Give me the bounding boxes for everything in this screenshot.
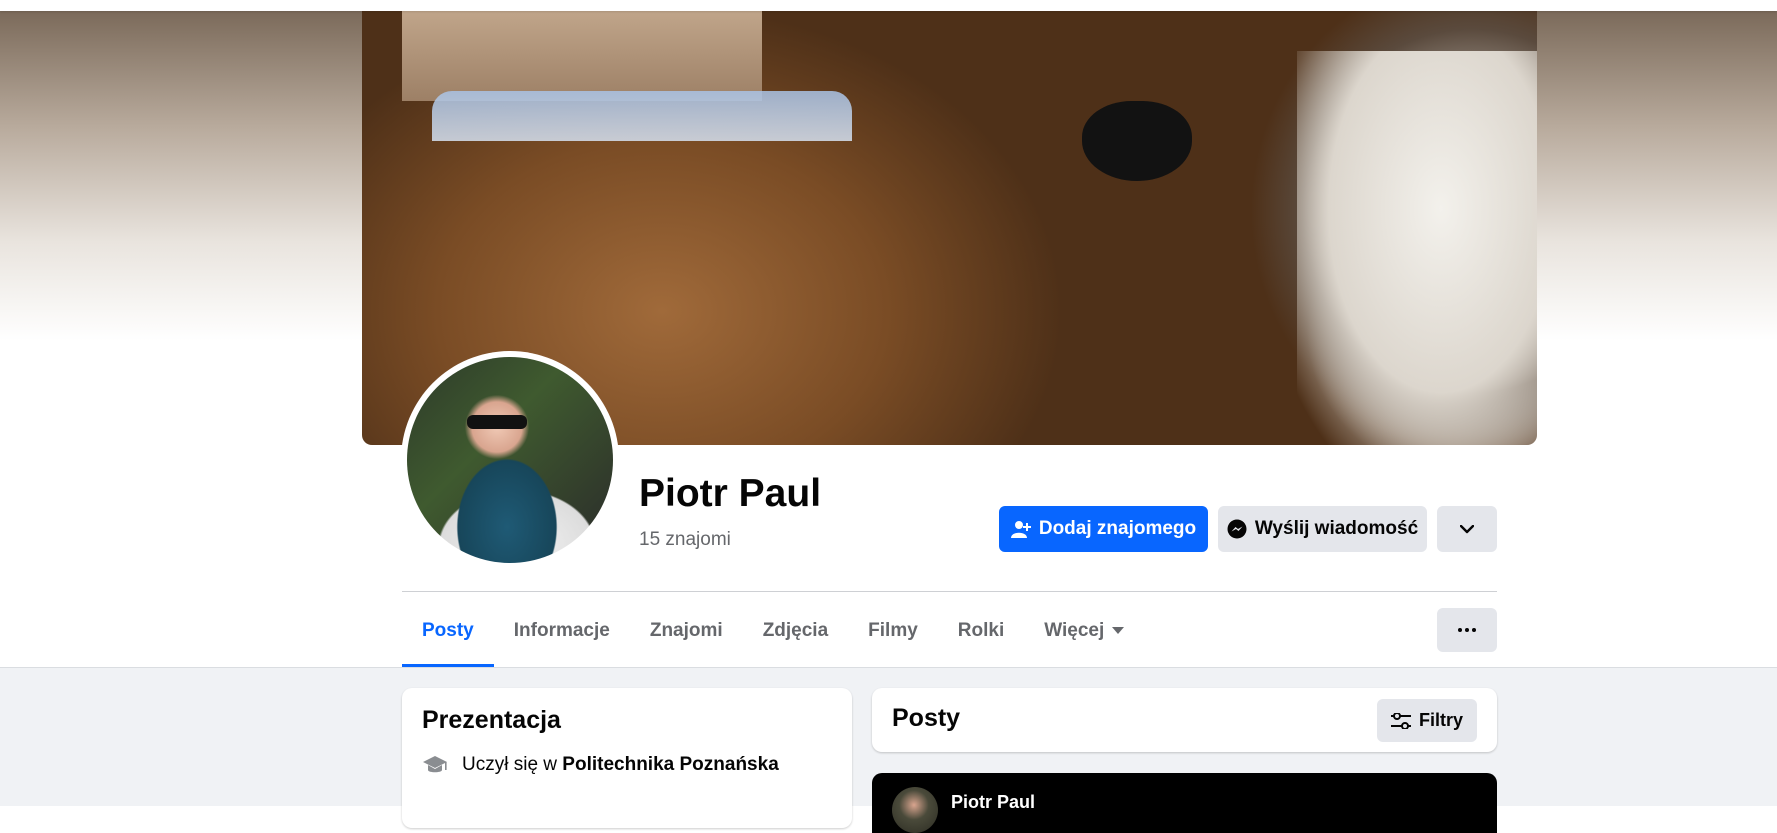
messenger-icon (1227, 519, 1247, 539)
add-friend-label: Dodaj znajomego (1038, 518, 1197, 539)
posts-title: Posty (892, 704, 961, 732)
intro-card: Prezentacja Uczył się w Politechnika Poz… (402, 688, 852, 828)
tab-label: Informacje (513, 620, 610, 641)
tab-label: Posty (422, 620, 474, 641)
tab-videos[interactable]: Filmy (848, 603, 938, 667)
tab-label: Znajomi (649, 620, 723, 641)
tabs-more-button[interactable] (1437, 608, 1497, 652)
posts-header-card: Posty Filtry (872, 688, 1497, 752)
add-friend-icon (1010, 520, 1031, 538)
avatar-glasses (467, 415, 527, 429)
cover-photo-dog-nose (1082, 101, 1192, 181)
profile-header-divider (402, 591, 1497, 592)
filter-sliders-icon (1390, 712, 1411, 729)
post-card: Piotr Paul (872, 773, 1497, 833)
graduation-cap-icon (422, 754, 448, 776)
top-navigation-bar (0, 0, 1777, 11)
tab-label: Filmy (868, 620, 918, 641)
profile-name: Piotr Paul (639, 472, 822, 515)
cover-photo-blanket (1297, 51, 1537, 445)
tab-label: Więcej (1044, 620, 1105, 641)
profile-more-button[interactable] (1437, 506, 1497, 552)
tab-friends[interactable]: Znajomi (630, 603, 743, 667)
tab-label: Zdjęcia (762, 620, 829, 641)
tab-photos[interactable]: Zdjęcia (743, 603, 848, 667)
add-friend-button[interactable]: Dodaj znajomego (999, 506, 1208, 552)
intro-education-row: Uczył się w Politechnika Poznańska (422, 754, 779, 776)
friends-count[interactable]: 15 znajomi (639, 529, 731, 551)
education-prefix: Uczył się w (462, 754, 558, 775)
profile-tabs: Posty Informacje Znajomi Zdjęcia Filmy R… (402, 603, 1144, 667)
chevron-down-icon (1460, 524, 1474, 534)
filters-label: Filtry (1418, 710, 1463, 730)
post-author-name[interactable]: Piotr Paul (951, 792, 1035, 813)
tab-more[interactable]: Więcej (1024, 603, 1144, 667)
send-message-label: Wyślij wiadomość (1254, 518, 1419, 539)
education-text: Uczył się w Politechnika Poznańska (462, 754, 779, 776)
education-school-link[interactable]: Politechnika Poznańska (562, 754, 778, 775)
intro-title: Prezentacja (422, 706, 561, 734)
tab-posts[interactable]: Posty (402, 603, 494, 667)
send-message-button[interactable]: Wyślij wiadomość (1218, 506, 1427, 552)
post-author-avatar[interactable] (892, 787, 938, 833)
tab-reels[interactable]: Rolki (938, 603, 1024, 667)
profile-avatar[interactable] (407, 357, 613, 563)
ellipsis-icon (1458, 628, 1476, 632)
cover-photo-blanket-blue (432, 91, 852, 141)
tab-about[interactable]: Informacje (494, 603, 630, 667)
caret-down-icon (1112, 627, 1125, 635)
cover-photo-pillow (402, 11, 762, 101)
tab-label: Rolki (957, 620, 1005, 641)
filters-button[interactable]: Filtry (1376, 699, 1477, 742)
